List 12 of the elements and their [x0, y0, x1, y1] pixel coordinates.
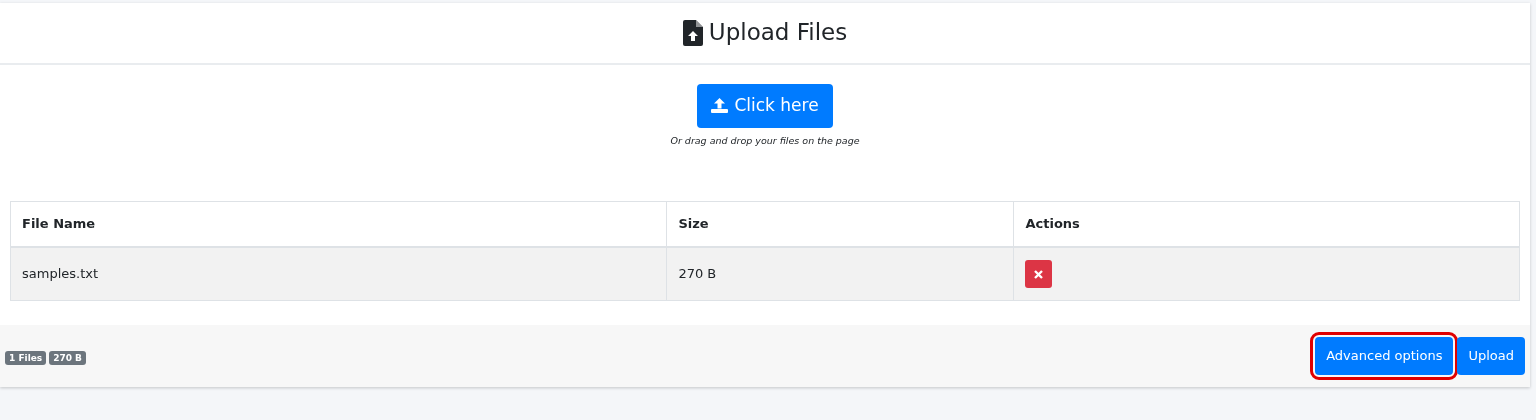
close-icon — [1034, 269, 1044, 279]
card-title: Upload Files — [708, 19, 848, 47]
table-cell: samples.txt — [10, 247, 667, 301]
count-badge: 1 Files — [5, 350, 47, 365]
upload-button[interactable]: Click here — [697, 84, 833, 128]
delete-button[interactable] — [1025, 260, 1053, 288]
upload-button[interactable]: Upload — [1457, 337, 1525, 375]
file-upload-icon — [682, 20, 703, 46]
table-cell: 270 B — [666, 247, 1014, 301]
upload-icon — [711, 98, 729, 114]
drop-hint: Or drag and drop your files on the page — [669, 133, 861, 148]
count-badge: 270 B — [49, 350, 86, 365]
